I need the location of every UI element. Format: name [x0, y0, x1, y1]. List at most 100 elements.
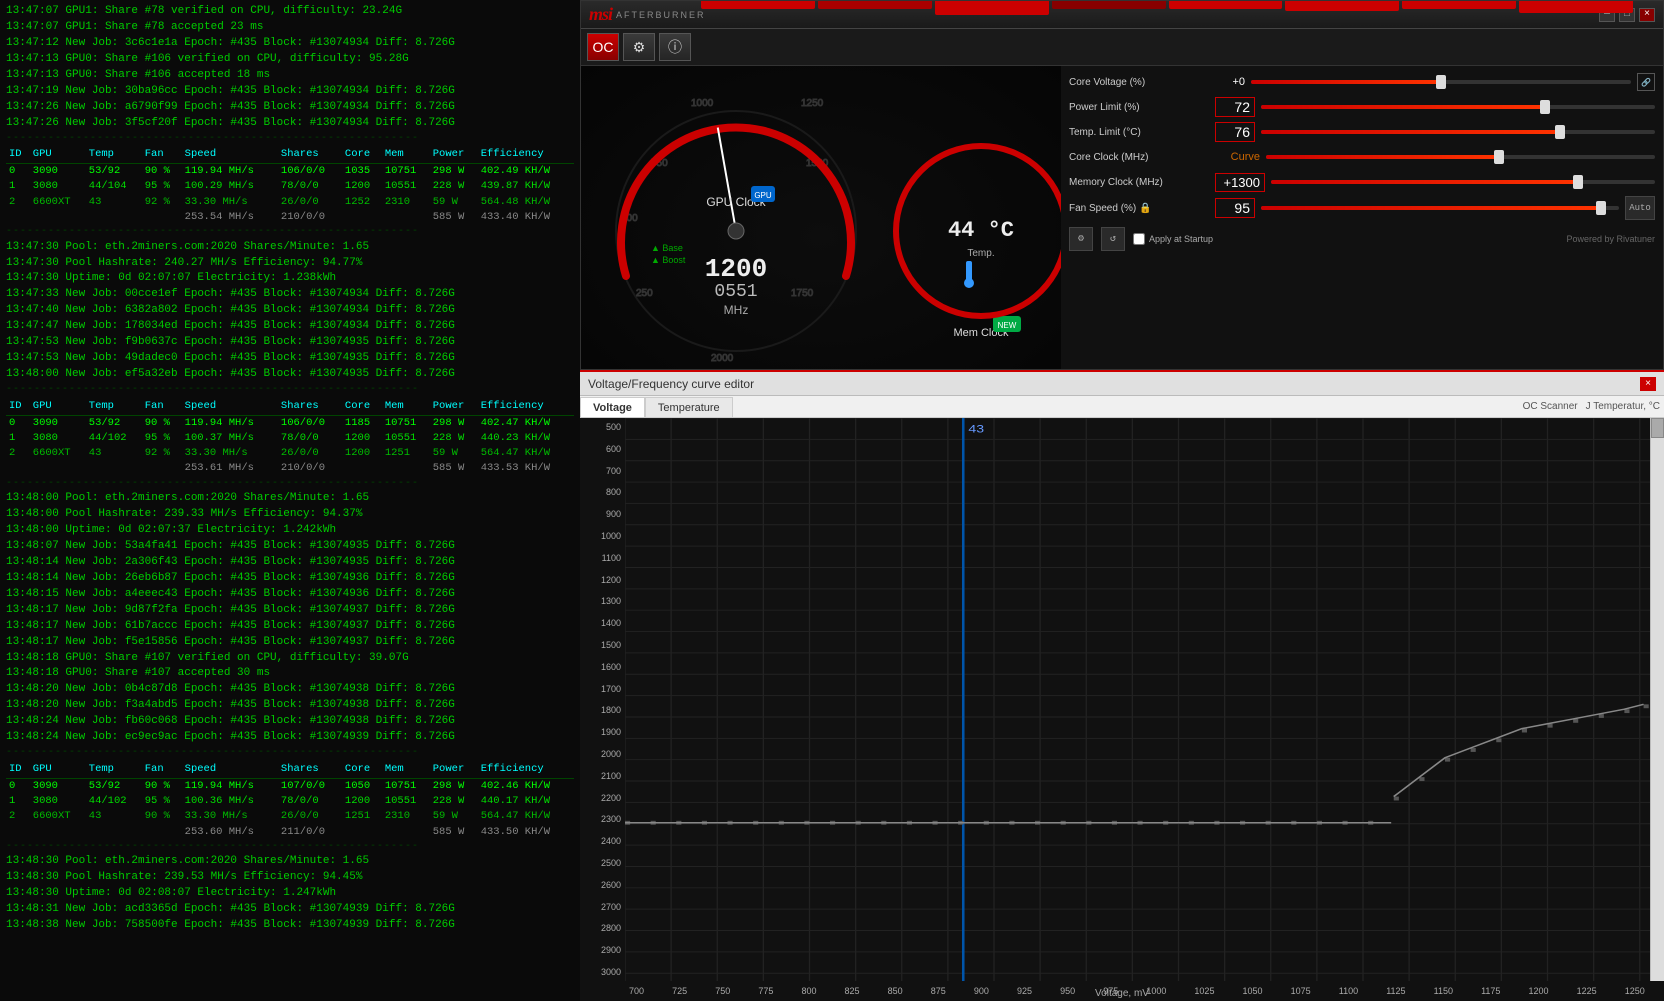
table-row: 0309053/9290 %119.94 MH/s107/0/010501075…	[6, 778, 574, 794]
console-line: 13:47:33 New Job: 00cce1ef Epoch: #435 B…	[6, 287, 574, 303]
th-gpu: GPU	[30, 398, 86, 416]
console-line: 13:48:00 Pool Hashrate: 239.33 MH/s Effi…	[6, 507, 574, 523]
gpu-table-1: ID GPU Temp Fan Speed Shares Core Mem Po…	[6, 146, 574, 225]
th-speed: Speed	[182, 146, 278, 164]
console-line: 13:48:20 New Job: 0b4c87d8 Epoch: #435 B…	[6, 682, 574, 698]
th-id: ID	[6, 398, 30, 416]
svg-text:MHz: MHz	[724, 303, 749, 317]
y-label: 700	[584, 466, 621, 476]
fan-speed-label: Fan Speed (%) 🔒	[1069, 203, 1209, 214]
y-label: 1800	[584, 705, 621, 715]
y-label: 2100	[584, 771, 621, 781]
memory-clock-label: Memory Clock (MHz)	[1069, 177, 1209, 188]
temp-limit-label: Temp. Limit (°C)	[1069, 127, 1209, 138]
close-button[interactable]: ×	[1639, 8, 1655, 22]
th-power: Power	[430, 761, 478, 779]
vf-chart-area: 3000 2900 2800 2700 2600 2500 2400 2300 …	[580, 418, 1664, 1001]
console-output: 13:47:07 GPU1: Share #78 verified on CPU…	[6, 4, 574, 934]
x-label: 875	[931, 986, 946, 996]
svg-text:NEW: NEW	[998, 321, 1017, 330]
th-gpu: GPU	[30, 761, 86, 779]
y-label: 2000	[584, 749, 621, 759]
th-power: Power	[430, 398, 478, 416]
right-panel: msi AFTERBURNER — □ × OC ⚙ ⓘ	[580, 0, 1664, 1001]
temp-label: 43	[968, 423, 984, 435]
red-bar	[701, 1, 815, 9]
x-label: 1150	[1434, 986, 1453, 996]
core-clock-slider[interactable]	[1266, 155, 1655, 159]
y-label: 2500	[584, 858, 621, 868]
console-line: 13:47:53 New Job: 49dadec0 Epoch: #435 B…	[6, 351, 574, 367]
vf-scrollbar-thumb[interactable]	[1651, 418, 1664, 438]
x-label: 900	[974, 986, 989, 996]
th-fan: Fan	[142, 146, 182, 164]
settings-gear-icon[interactable]: ⚙	[1069, 227, 1093, 251]
decorative-bars	[701, 1, 1633, 9]
settings-button[interactable]: ⚙	[623, 33, 655, 61]
vf-scrollbar[interactable]	[1650, 418, 1664, 981]
red-bar	[1402, 1, 1516, 9]
th-id: ID	[6, 761, 30, 779]
console-line: 13:47:07 GPU1: Share #78 verified on CPU…	[6, 4, 574, 20]
console-line: 13:47:53 New Job: f9b0637c Epoch: #435 B…	[6, 335, 574, 351]
memory-clock-value: +1300	[1215, 173, 1265, 192]
x-label: 750	[715, 986, 730, 996]
th-mem: Mem	[382, 146, 430, 164]
y-label: 500	[584, 422, 621, 432]
x-label: 1050	[1243, 986, 1263, 996]
link-icon[interactable]: 🔗	[1637, 73, 1655, 91]
table-row: 1308044/10295 %100.37 MH/s78/0/012001055…	[6, 431, 574, 446]
console-line: 13:47:19 New Job: 30ba96cc Epoch: #435 B…	[6, 84, 574, 100]
th-speed: Speed	[182, 761, 278, 779]
red-bar	[935, 1, 1049, 15]
y-label: 2600	[584, 880, 621, 890]
console-line: 13:47:13 GPU0: Share #106 accepted 18 ms	[6, 68, 574, 84]
vf-titlebar: Voltage/Frequency curve editor ×	[580, 372, 1664, 396]
red-bar	[1519, 1, 1633, 13]
table-row: 0309053/9290 %119.94 MH/s106/0/010351075…	[6, 164, 574, 180]
tab-voltage[interactable]: Voltage	[580, 397, 645, 417]
separator: ----------------------------------------…	[6, 840, 574, 855]
th-shares: Shares	[278, 146, 342, 164]
y-label: 1300	[584, 596, 621, 606]
tab-temperature[interactable]: Temperature	[645, 397, 733, 417]
fan-speed-slider[interactable]	[1261, 206, 1619, 210]
temp-limit-slider[interactable]	[1261, 130, 1655, 134]
apply-startup-checkbox[interactable]	[1133, 233, 1145, 245]
reset-icon[interactable]: ↺	[1101, 227, 1125, 251]
th-power: Power	[430, 146, 478, 164]
oc-button[interactable]: OC	[587, 33, 619, 61]
x-label: 1200	[1529, 986, 1549, 996]
table-row: 1308044/10295 %100.36 MH/s78/0/012001055…	[6, 794, 574, 809]
core-voltage-row: Core Voltage (%) +0 🔗	[1069, 71, 1655, 93]
console-line: 13:47:40 New Job: 6382a802 Epoch: #435 B…	[6, 303, 574, 319]
info-icon: ⓘ	[668, 37, 682, 57]
separator: ----------------------------------------…	[6, 477, 574, 492]
y-label: 2700	[584, 902, 621, 912]
th-temp: Temp	[86, 398, 142, 416]
info-button[interactable]: ⓘ	[659, 33, 691, 61]
console-line: 13:48:15 New Job: a4eeec43 Epoch: #435 B…	[6, 587, 574, 603]
memory-clock-slider[interactable]	[1271, 180, 1655, 184]
power-limit-slider[interactable]	[1261, 105, 1655, 109]
vf-curve-editor: Voltage/Frequency curve editor × Voltage…	[580, 370, 1664, 1001]
x-label: 1175	[1481, 986, 1500, 996]
table-row-total: 253.61 MH/s210/0/0585 W433.53 KH/W	[6, 461, 574, 476]
vf-close-button[interactable]: ×	[1640, 377, 1656, 391]
core-voltage-label: Core Voltage (%)	[1069, 77, 1209, 88]
table-row: 26600XT4392 %33.30 MH/s26/0/01252231059 …	[6, 195, 574, 210]
svg-text:1250: 1250	[801, 98, 824, 109]
th-gpu: GPU	[30, 146, 86, 164]
y-label: 1100	[584, 553, 621, 563]
th-fan: Fan	[142, 398, 182, 416]
th-core: Core	[342, 398, 382, 416]
table-row-total: 253.60 MH/s211/0/0585 W433.50 KH/W	[6, 825, 574, 840]
svg-text:0551: 0551	[714, 282, 757, 302]
x-label: 700	[629, 986, 644, 996]
console-line: 13:48:30 Pool Hashrate: 239.53 MH/s Effi…	[6, 870, 574, 886]
console-line: 13:48:18 GPU0: Share #107 accepted 30 ms	[6, 666, 574, 682]
core-voltage-slider[interactable]	[1251, 80, 1631, 84]
curve-rising	[1394, 704, 1644, 796]
th-speed: Speed	[182, 398, 278, 416]
power-limit-row: Power Limit (%) 72	[1069, 96, 1655, 118]
